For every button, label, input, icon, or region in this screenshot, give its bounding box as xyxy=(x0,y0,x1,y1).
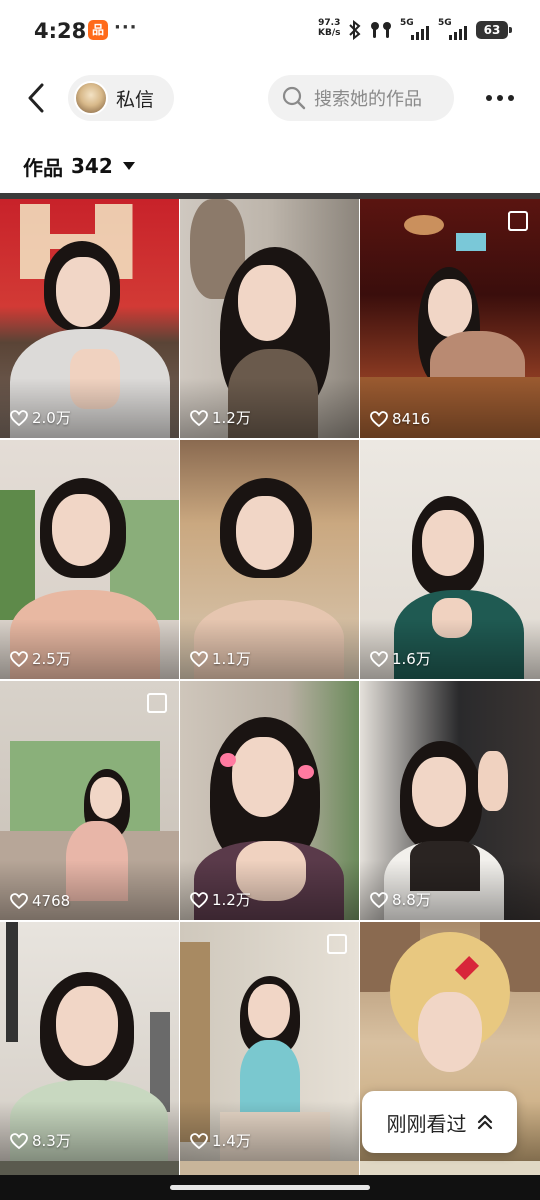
earbuds-icon xyxy=(371,22,391,38)
like-count: 2.5万 xyxy=(10,648,71,669)
battery-indicator: 63 xyxy=(476,21,512,39)
status-bar: 4:28 品 ··· 97.3 KB/s 5G 5G 63 xyxy=(0,0,540,62)
like-count: 8416 xyxy=(370,410,430,428)
more-options-button[interactable] xyxy=(480,84,520,112)
like-count-value: 4768 xyxy=(32,892,71,910)
avatar xyxy=(74,81,108,115)
works-grid: 2.0万 1.2万 8416 2.5万 1.1万 1.6万 4768 1.2万 … xyxy=(0,199,540,1161)
heart-icon xyxy=(190,1132,208,1149)
bluetooth-icon xyxy=(349,20,361,40)
next-row-strip xyxy=(0,1161,540,1175)
like-count: 1.2万 xyxy=(190,889,251,910)
heart-icon xyxy=(190,409,208,426)
heart-icon xyxy=(370,650,388,667)
next-row-tile xyxy=(180,1161,359,1175)
network-speed-value: 97.3 xyxy=(318,18,341,28)
like-count-value: 8.3万 xyxy=(32,1132,71,1150)
multi-image-icon xyxy=(327,934,347,954)
heart-icon xyxy=(10,893,28,909)
work-tile[interactable]: 4768 xyxy=(0,681,179,920)
like-count: 1.1万 xyxy=(190,648,251,669)
signal-5g-1: 5G xyxy=(400,18,430,42)
home-indicator[interactable] xyxy=(170,1185,370,1190)
work-tile[interactable]: 8416 xyxy=(360,199,540,438)
work-tile[interactable]: 1.4万 xyxy=(180,922,359,1161)
signal-5g-2: 5G xyxy=(438,18,468,42)
status-time: 4:28 xyxy=(34,19,87,43)
chevron-up-icon xyxy=(477,1114,492,1130)
next-row-tile xyxy=(360,1161,540,1175)
status-more-icon: ··· xyxy=(114,17,138,38)
like-count: 1.4万 xyxy=(190,1130,251,1151)
system-navigation-bar xyxy=(0,1175,540,1200)
like-count-value: 8.8万 xyxy=(392,891,431,909)
works-filter-dropdown[interactable]: 作品 342 xyxy=(23,148,135,184)
works-count: 342 xyxy=(71,154,113,178)
app-notification-icon: 品 xyxy=(88,20,108,40)
signal-bars-icon xyxy=(411,26,429,40)
like-count-value: 1.2万 xyxy=(212,891,251,909)
work-tile[interactable]: 1.6万 xyxy=(360,440,540,679)
more-dot xyxy=(497,95,503,101)
like-count-value: 1.2万 xyxy=(212,409,251,427)
heart-icon xyxy=(190,891,208,908)
like-count: 1.6万 xyxy=(370,648,431,669)
work-tile[interactable]: 8.8万 xyxy=(360,681,540,920)
work-tile[interactable]: 8.3万 xyxy=(0,922,179,1161)
work-tile[interactable]: 1.2万 xyxy=(180,681,359,920)
like-count: 8.3万 xyxy=(10,1130,71,1151)
recently-viewed-label: 刚刚看过 xyxy=(386,1111,467,1136)
like-count-value: 2.5万 xyxy=(32,650,71,668)
heart-icon xyxy=(10,650,28,667)
work-tile[interactable]: 2.5万 xyxy=(0,440,179,679)
multi-image-icon xyxy=(147,693,167,713)
like-count: 2.0万 xyxy=(10,407,71,428)
network-speed: 97.3 KB/s xyxy=(318,18,340,38)
like-count: 4768 xyxy=(10,892,70,910)
search-icon xyxy=(282,86,306,110)
work-tile[interactable]: 2.0万 xyxy=(0,199,179,438)
heart-icon xyxy=(10,409,28,426)
search-works-input[interactable]: 搜索她的作品 xyxy=(268,75,454,121)
private-message-label: 私信 xyxy=(116,88,155,111)
heart-icon xyxy=(370,891,388,908)
multi-image-icon xyxy=(508,211,528,231)
next-row-tile xyxy=(0,1161,179,1175)
like-count-value: 1.4万 xyxy=(212,1132,251,1150)
like-count-value: 1.1万 xyxy=(212,650,251,668)
like-count: 8.8万 xyxy=(370,889,431,910)
caret-down-icon xyxy=(122,162,135,170)
thumbnail-shade xyxy=(360,378,540,438)
heart-icon xyxy=(370,411,388,427)
more-dot xyxy=(486,95,492,101)
like-count-value: 8416 xyxy=(392,410,431,428)
like-count-value: 1.6万 xyxy=(392,650,431,668)
work-tile[interactable]: 1.1万 xyxy=(180,440,359,679)
search-placeholder: 搜索她的作品 xyxy=(314,89,422,110)
heart-icon xyxy=(10,1132,28,1149)
private-message-button[interactable]: 私信 xyxy=(68,75,174,121)
back-button[interactable] xyxy=(18,78,54,118)
profile-header: 私信 搜索她的作品 xyxy=(0,62,540,134)
recently-viewed-button[interactable]: 刚刚看过 xyxy=(362,1091,517,1153)
works-label: 作品 xyxy=(23,155,63,180)
network-speed-unit: KB/s xyxy=(318,28,341,38)
work-tile[interactable]: 1.2万 xyxy=(180,199,359,438)
like-count-value: 2.0万 xyxy=(32,409,71,427)
signal-bars-icon xyxy=(449,26,467,40)
like-count: 1.2万 xyxy=(190,407,251,428)
more-dot xyxy=(508,95,514,101)
status-icons: 5G 5G 63 xyxy=(348,18,512,42)
heart-icon xyxy=(190,650,208,667)
chevron-left-icon xyxy=(28,83,44,113)
thumbnail-shade xyxy=(0,860,179,920)
